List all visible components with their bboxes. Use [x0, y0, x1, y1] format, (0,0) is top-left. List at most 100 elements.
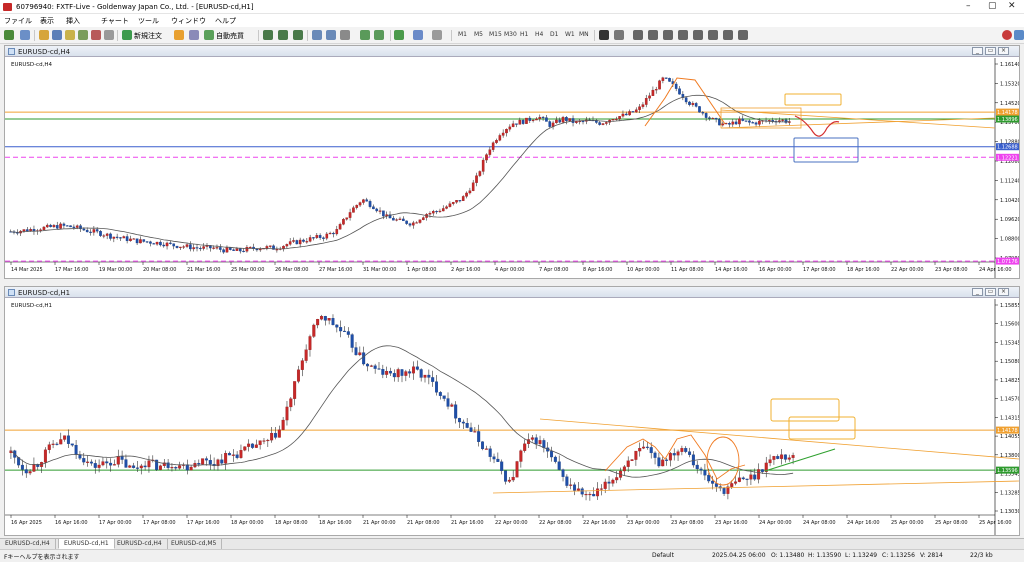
- menu-insert[interactable]: 挿入: [66, 16, 80, 26]
- bullish-candle: [428, 212, 432, 215]
- data-window-icon[interactable]: [52, 30, 62, 40]
- bullish-candle: [285, 244, 289, 247]
- menu-window[interactable]: ウィンドウ: [171, 16, 206, 26]
- menu-file[interactable]: ファイル: [4, 16, 32, 26]
- periods-icon[interactable]: [413, 30, 423, 40]
- minimize-button[interactable]: –: [966, 1, 971, 11]
- window-minimize-button[interactable]: _: [972, 288, 983, 296]
- tester-icon[interactable]: [91, 30, 101, 40]
- bullish-candle: [501, 132, 505, 136]
- tab-eurusd-m5[interactable]: EURUSD-cd,M5: [166, 539, 223, 549]
- crosshair-icon[interactable]: [614, 30, 624, 40]
- bullish-candle: [711, 117, 715, 120]
- bullish-candle: [378, 210, 382, 212]
- autoscroll-icon[interactable]: [374, 30, 384, 40]
- bullish-candle: [122, 236, 126, 239]
- bullish-candle: [338, 224, 342, 230]
- trendline-icon[interactable]: [663, 30, 673, 40]
- tab-eurusd-h1[interactable]: EURUSD-cd,H1: [58, 539, 115, 549]
- bearish-candle: [204, 458, 208, 461]
- price-tick-label: 1.14520: [1000, 101, 1019, 107]
- timeframe-m15[interactable]: M15: [489, 31, 502, 38]
- menu-help[interactable]: ヘルプ: [215, 16, 236, 26]
- line-chart-icon[interactable]: [293, 30, 303, 40]
- indicators-icon[interactable]: [394, 30, 404, 40]
- bullish-candle: [22, 229, 26, 232]
- zoom-out-icon[interactable]: [326, 30, 336, 40]
- menu-chart[interactable]: チャート: [101, 16, 129, 26]
- bearish-candle: [124, 459, 128, 468]
- window-restore-button[interactable]: ▭: [985, 47, 996, 55]
- new-chart-icon[interactable]: [4, 30, 14, 40]
- bar-chart-icon[interactable]: [263, 30, 273, 40]
- chart-h1[interactable]: EURUSD-cd,H1 1.15855 1.15600 1.15345 1.15080…: [5, 299, 1019, 535]
- equidistant-channel-icon[interactable]: [678, 30, 688, 40]
- window-close-button[interactable]: ×: [998, 47, 1009, 55]
- chart-h4[interactable]: EURUSD-cd,H4 1.161401.153201.145201.13700…: [5, 58, 1019, 278]
- window-close-button[interactable]: ×: [998, 288, 1009, 296]
- close-button[interactable]: ✕: [1008, 1, 1016, 11]
- timeframe-m30[interactable]: M30: [504, 31, 517, 38]
- templates-icon[interactable]: [432, 30, 442, 40]
- time-tick-label: 8 Apr 16:00: [583, 267, 612, 273]
- timeframe-h1[interactable]: H1: [520, 31, 528, 38]
- bullish-candle: [680, 448, 684, 452]
- timeframe-mn[interactable]: MN: [579, 31, 589, 38]
- text-label-icon[interactable]: [708, 30, 718, 40]
- metaeditor-icon[interactable]: [174, 30, 184, 40]
- new-order-icon[interactable]: [122, 30, 132, 40]
- fibonacci-icon[interactable]: [693, 30, 703, 40]
- chart-shift-icon[interactable]: [360, 30, 370, 40]
- price-tick-label: 1.14315: [1000, 415, 1019, 421]
- bullish-candle: [431, 210, 435, 214]
- auto-trade-button[interactable]: 自動売買: [216, 31, 244, 41]
- timeframe-h4[interactable]: H4: [535, 31, 543, 38]
- new-order-button[interactable]: 新規注文: [134, 31, 162, 41]
- zoom-in-icon[interactable]: [312, 30, 322, 40]
- bullish-candle: [32, 464, 36, 472]
- bearish-candle: [711, 480, 715, 484]
- vertical-line-icon[interactable]: [633, 30, 643, 40]
- profiles-icon[interactable]: [20, 30, 30, 40]
- bullish-candle: [450, 404, 454, 407]
- bullish-candle: [192, 247, 195, 250]
- timeframe-m1[interactable]: M1: [458, 31, 467, 38]
- auto-trade-icon[interactable]: [204, 30, 214, 40]
- bullish-candle: [641, 104, 645, 107]
- maximize-button[interactable]: ▢: [988, 1, 997, 11]
- window-restore-button[interactable]: ▭: [985, 288, 996, 296]
- tab-eurusd-h4-2[interactable]: EURUSD-cd,H4: [112, 539, 168, 549]
- horizontal-line-icon[interactable]: [648, 30, 658, 40]
- bearish-candle: [442, 395, 446, 399]
- bullish-candle: [275, 249, 279, 251]
- status-profile: Default: [652, 552, 674, 559]
- navigator-icon[interactable]: [65, 30, 75, 40]
- menu-view[interactable]: 表示: [40, 16, 54, 26]
- time-tick-label: 18 Apr 00:00: [231, 520, 264, 526]
- time-tick-label: 21 Apr 08:00: [407, 520, 440, 526]
- signals-icon[interactable]: [189, 30, 199, 40]
- text-icon[interactable]: [723, 30, 733, 40]
- tab-eurusd-h4[interactable]: EURUSD-cd,H4: [0, 539, 56, 549]
- cursor-icon[interactable]: [599, 30, 609, 40]
- options-icon[interactable]: [104, 30, 114, 40]
- terminal-icon[interactable]: [78, 30, 88, 40]
- arrows-icon[interactable]: [738, 30, 748, 40]
- timeframe-w1[interactable]: W1: [565, 31, 575, 38]
- bullish-candle: [139, 465, 143, 469]
- market-watch-icon[interactable]: [39, 30, 49, 40]
- tile-windows-icon[interactable]: [340, 30, 350, 40]
- timeframe-d1[interactable]: D1: [550, 31, 558, 38]
- time-tick-label: 17 Apr 08:00: [143, 520, 176, 526]
- menu-tools[interactable]: ツール: [138, 16, 159, 26]
- time-tick-label: 25 Mar 00:00: [231, 267, 264, 273]
- timeframe-m5[interactable]: M5: [474, 31, 483, 38]
- bearish-candle: [199, 247, 202, 250]
- bearish-candle: [695, 464, 699, 470]
- bearish-candle: [250, 443, 254, 448]
- time-tick-label: 24 Apr 16:00: [979, 267, 1012, 273]
- help-icon[interactable]: [1014, 30, 1024, 40]
- window-minimize-button[interactable]: _: [972, 47, 983, 55]
- candlestick-icon[interactable]: [278, 30, 288, 40]
- search-icon[interactable]: [1002, 30, 1012, 40]
